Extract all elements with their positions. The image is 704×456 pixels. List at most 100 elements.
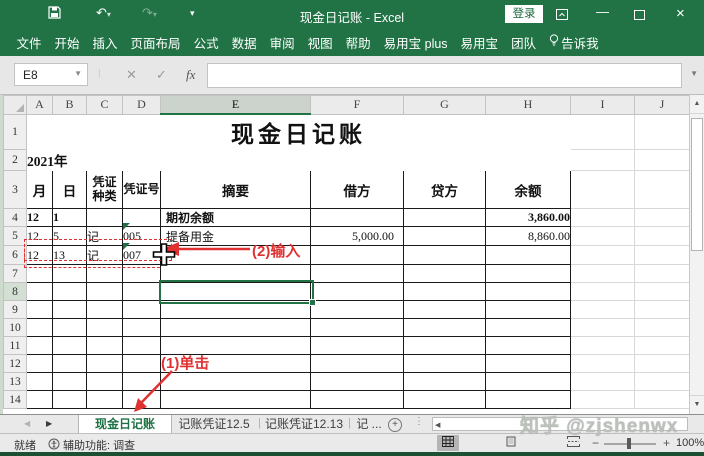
sheet-tab-active[interactable]: 现金日记账 <box>78 415 172 433</box>
cell[interactable] <box>571 150 635 171</box>
cell[interactable] <box>404 246 486 265</box>
header-month[interactable]: 月 <box>27 171 53 209</box>
cell[interactable] <box>404 337 486 355</box>
cell[interactable] <box>87 373 123 391</box>
cell[interactable] <box>571 227 635 246</box>
cell[interactable] <box>87 319 123 337</box>
col-header-A[interactable]: A <box>27 96 53 115</box>
cell[interactable] <box>486 283 571 301</box>
active-cell-selection[interactable] <box>159 280 314 304</box>
cell[interactable] <box>27 391 53 409</box>
cell[interactable] <box>404 265 486 283</box>
scroll-up-icon[interactable]: ▲ <box>690 95 704 114</box>
accessibility-status[interactable]: 辅助功能: 调查 <box>63 437 135 453</box>
cell[interactable] <box>404 283 486 301</box>
tab-yiyongbao-plus[interactable]: 易用宝 plus <box>377 33 454 52</box>
cell[interactable] <box>404 391 486 409</box>
cell[interactable] <box>53 319 87 337</box>
cell[interactable] <box>571 283 635 301</box>
cell[interactable] <box>635 373 690 391</box>
sheet-tab[interactable]: 记 ... <box>352 415 386 433</box>
tell-me-lightbulb-icon[interactable] <box>543 34 562 50</box>
tab-review[interactable]: 审阅 <box>263 33 301 52</box>
sign-in-button[interactable]: 登录 <box>505 5 543 23</box>
row-header-8[interactable]: 8 <box>4 283 27 301</box>
col-header-E[interactable]: E <box>161 96 311 115</box>
row-header-3[interactable]: 3 <box>4 171 27 209</box>
tab-formulas[interactable]: 公式 <box>187 33 225 52</box>
enter-icon[interactable]: ✓ <box>156 67 167 83</box>
sheet-tab[interactable]: 记账凭证12.13 <box>262 415 346 433</box>
cell[interactable] <box>87 283 123 301</box>
row-header-1[interactable]: 1 <box>4 114 27 150</box>
cell[interactable] <box>123 283 161 301</box>
name-box-dropdown-icon[interactable]: ▼ <box>74 69 82 78</box>
cell[interactable] <box>404 355 486 373</box>
tab-help[interactable]: 帮助 <box>339 33 377 52</box>
col-header-F[interactable]: F <box>311 96 404 115</box>
cell[interactable] <box>404 227 486 246</box>
ribbon-display-options-icon[interactable] <box>556 8 568 23</box>
insert-function-icon[interactable]: fx <box>186 67 195 83</box>
cell[interactable] <box>123 373 161 391</box>
tab-view[interactable]: 视图 <box>301 33 339 52</box>
cell[interactable] <box>311 391 404 409</box>
header-day[interactable]: 日 <box>53 171 87 209</box>
cell[interactable] <box>27 283 53 301</box>
cell[interactable] <box>571 171 635 209</box>
tab-yiyongbao[interactable]: 易用宝 <box>454 33 505 52</box>
col-header-I[interactable]: I <box>571 96 635 115</box>
header-summary[interactable]: 摘要 <box>161 171 311 209</box>
tab-options-dots-icon[interactable]: ⋮ <box>414 416 424 427</box>
maximize-button[interactable] <box>634 8 645 23</box>
scroll-left-icon[interactable]: ◀ <box>435 421 440 429</box>
cell[interactable] <box>635 391 690 409</box>
year-cell[interactable]: 2021年 <box>27 150 571 171</box>
cell[interactable] <box>311 319 404 337</box>
cell[interactable] <box>311 301 404 319</box>
cell[interactable] <box>571 246 635 265</box>
cell-E4[interactable]: 期初余额 <box>161 209 311 227</box>
cell[interactable] <box>635 319 690 337</box>
cell[interactable] <box>635 355 690 373</box>
cell[interactable] <box>27 355 53 373</box>
cell[interactable] <box>571 337 635 355</box>
cell[interactable] <box>571 301 635 319</box>
cell[interactable] <box>53 301 87 319</box>
cell-H5[interactable]: 8,860.00 <box>486 227 571 246</box>
cell[interactable] <box>311 283 404 301</box>
cell[interactable] <box>161 391 311 409</box>
vertical-scroll-thumb[interactable] <box>691 118 703 251</box>
sheet-title-cell[interactable]: 现金日记账 <box>27 114 571 150</box>
cell[interactable] <box>53 373 87 391</box>
col-header-G[interactable]: G <box>404 96 486 115</box>
cell[interactable] <box>486 319 571 337</box>
cell-B4[interactable]: 1 <box>53 209 87 227</box>
header-voucher-type[interactable]: 凭证种类 <box>87 171 123 209</box>
next-sheet-icon[interactable]: ▶ <box>46 419 52 428</box>
cell[interactable] <box>123 391 161 409</box>
cell[interactable] <box>635 283 690 301</box>
cell[interactable] <box>87 355 123 373</box>
prev-sheet-icon[interactable]: ◀ <box>24 419 30 428</box>
cell[interactable] <box>571 391 635 409</box>
cell[interactable] <box>123 355 161 373</box>
cell[interactable] <box>87 209 123 227</box>
fill-handle[interactable] <box>309 299 316 306</box>
cell[interactable] <box>635 301 690 319</box>
tab-page-layout[interactable]: 页面布局 <box>124 33 187 52</box>
row-header-9[interactable]: 9 <box>4 301 27 319</box>
row-header-4[interactable]: 4 <box>4 209 27 227</box>
cell[interactable] <box>311 337 404 355</box>
new-sheet-icon[interactable]: + <box>388 418 402 432</box>
cell[interactable] <box>53 337 87 355</box>
cell[interactable] <box>635 337 690 355</box>
cell[interactable] <box>27 319 53 337</box>
cell[interactable] <box>635 114 690 150</box>
col-header-D[interactable]: D <box>123 96 161 115</box>
row-header-2[interactable]: 2 <box>4 150 27 171</box>
cell[interactable] <box>486 373 571 391</box>
cell[interactable] <box>404 373 486 391</box>
vertical-scrollbar[interactable]: ▲ ▼ <box>689 95 704 414</box>
cell[interactable] <box>87 337 123 355</box>
